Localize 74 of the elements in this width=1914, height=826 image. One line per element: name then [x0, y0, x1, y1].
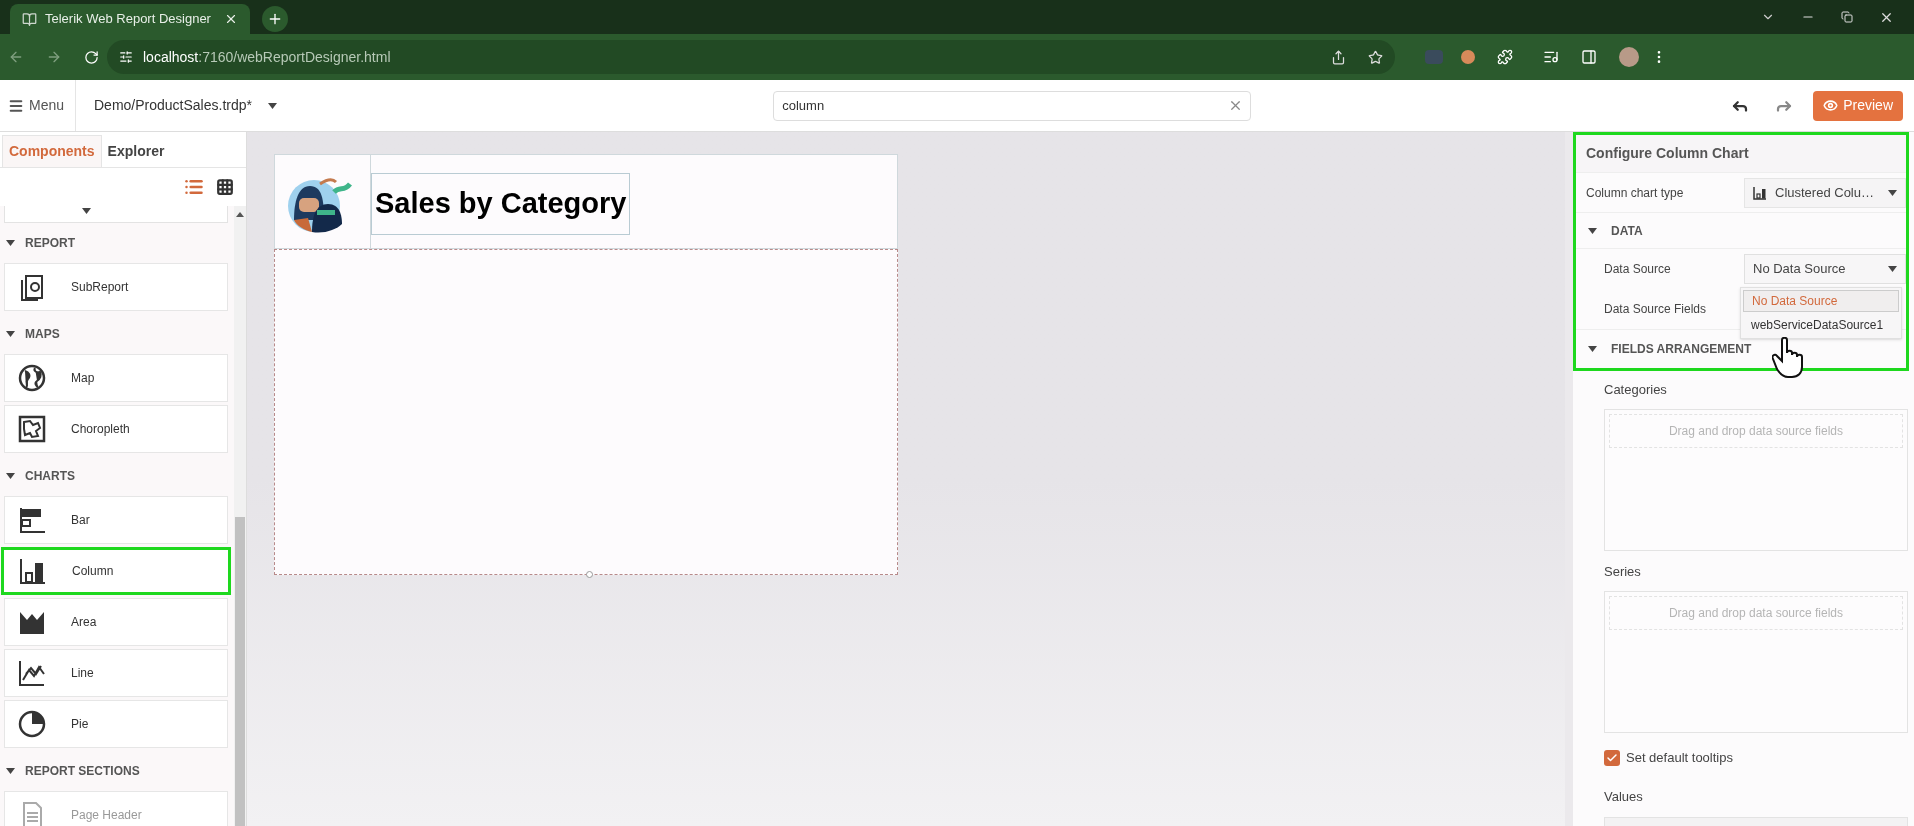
check-icon — [1606, 752, 1618, 764]
caret-icon — [1888, 266, 1897, 272]
chart-type-select[interactable]: Clustered Colu… — [1744, 177, 1906, 208]
checkbox-label: Set default tooltips — [1626, 749, 1733, 768]
section-header[interactable]: DATA — [1576, 213, 1906, 249]
extension-icon[interactable] — [1461, 50, 1475, 64]
eye-icon — [1823, 98, 1839, 113]
component-item[interactable]: Column — [1, 547, 231, 595]
file-dropdown[interactable]: Demo/ProductSales.trdp* — [76, 95, 277, 116]
component-item[interactable]: Bar — [4, 496, 228, 544]
caret-icon — [1888, 189, 1897, 196]
section-header[interactable]: CHARTS — [4, 456, 228, 496]
plus-icon — [267, 11, 283, 27]
puzzle-icon[interactable] — [1497, 49, 1513, 65]
caret-icon — [267, 102, 277, 109]
section-header[interactable]: MAPS — [4, 314, 228, 354]
bookmark-star-icon[interactable] — [1368, 49, 1383, 65]
globe-icon — [17, 363, 47, 393]
field-label: Data Source — [1604, 261, 1672, 278]
section-header[interactable]: REPORT SECTIONS — [4, 751, 228, 791]
choropleth-icon — [17, 414, 47, 444]
grid-view-icon[interactable] — [216, 178, 234, 196]
side-panel-icon[interactable] — [1581, 49, 1597, 65]
pie-chart-icon — [17, 709, 47, 739]
column-chart-icon — [18, 556, 48, 586]
forward-icon[interactable] — [46, 49, 62, 65]
section-header[interactable]: REPORT — [4, 223, 228, 263]
new-tab-button[interactable] — [262, 6, 288, 32]
line-chart-icon — [17, 658, 47, 688]
drop-placeholder: Drag and drop data source fields — [1609, 596, 1903, 630]
caret-icon — [6, 473, 15, 479]
url-text: localhost:7160/webReportDesigner.html — [143, 47, 391, 67]
component-item[interactable]: Line — [4, 649, 228, 697]
checkbox[interactable] — [1604, 750, 1620, 766]
column-chart-icon — [1753, 185, 1767, 200]
profile-avatar[interactable] — [1619, 47, 1639, 67]
component-item[interactable]: Pie — [4, 700, 228, 748]
address-bar[interactable]: localhost:7160/webReportDesigner.html — [107, 40, 1395, 74]
scroll-up-icon[interactable] — [236, 212, 244, 217]
component-item[interactable]: Area — [4, 598, 228, 646]
caret-icon — [6, 768, 15, 774]
site-info-icon[interactable] — [119, 50, 133, 64]
restore-icon[interactable] — [1841, 11, 1853, 23]
close-tab-icon[interactable] — [224, 12, 238, 26]
tab-title: Telerik Web Report Designer — [45, 10, 212, 29]
panel-tab[interactable]: Explorer — [101, 135, 171, 167]
field-label: Values — [1604, 788, 1644, 807]
caret-icon — [81, 208, 91, 214]
caret-icon — [1588, 227, 1597, 234]
menu-icon — [8, 97, 24, 114]
component-item[interactable]: SubReport — [4, 263, 228, 311]
media-icon[interactable] — [1543, 49, 1559, 65]
menu-button[interactable]: Menu — [0, 80, 76, 131]
caret-icon — [6, 240, 15, 246]
back-icon[interactable] — [8, 49, 24, 65]
list-view-icon[interactable] — [184, 177, 204, 197]
caret-icon — [1588, 346, 1597, 352]
component-item[interactable]: Choropleth — [4, 405, 228, 453]
data-source-select[interactable]: No Data Source — [1744, 254, 1906, 284]
report-title[interactable]: Sales by Category — [371, 173, 631, 235]
drop-placeholder: Drag and drop data source fields — [1609, 414, 1903, 448]
caret-icon — [6, 331, 15, 337]
panel-title: Configure Column Chart — [1576, 135, 1906, 173]
browser-tab[interactable]: Telerik Web Report Designer — [10, 4, 250, 34]
field-label: Series — [1604, 563, 1641, 582]
reload-icon[interactable] — [84, 49, 99, 65]
share-icon[interactable] — [1331, 49, 1346, 65]
search-field[interactable]: column — [773, 90, 1252, 121]
field-label: Categories — [1604, 381, 1667, 400]
scrollbar[interactable] — [234, 206, 246, 826]
field-label: Data Source Fields — [1604, 301, 1707, 318]
component-item[interactable]: Map — [4, 354, 228, 402]
field-label: Column chart type — [1586, 184, 1685, 202]
bar-chart-icon — [17, 505, 47, 535]
